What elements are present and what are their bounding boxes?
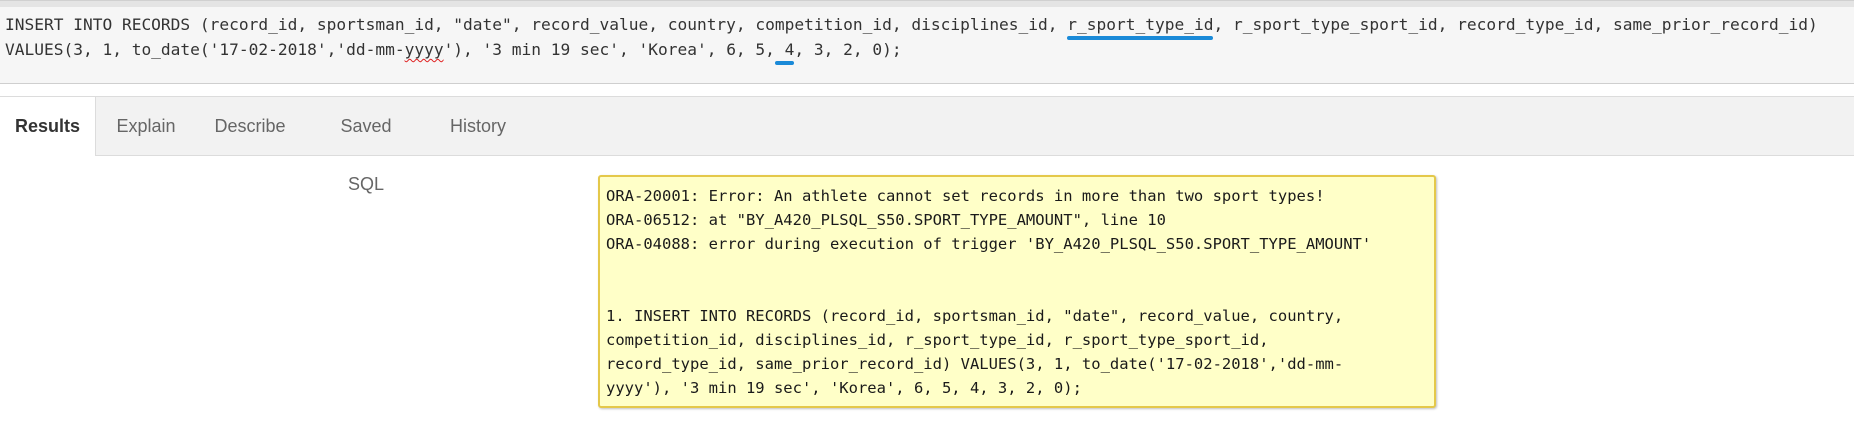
spellcheck-word: yyyy <box>404 40 444 59</box>
sql-line-1[interactable]: INSERT INTO RECORDS (record_id, sportsma… <box>5 13 1818 37</box>
failed-statement-line-2: competition_id, disciplines_id, r_sport_… <box>606 331 1269 349</box>
tab-describe[interactable]: Describe <box>212 97 288 155</box>
highlighted-value: 4 <box>774 40 795 59</box>
sql-workshop-page: INSERT INTO RECORDS (record_id, sportsma… <box>0 0 1854 433</box>
tab-history[interactable]: History <box>446 97 510 155</box>
tab-saved-sql[interactable]: Saved SQL <box>320 97 412 194</box>
highlighted-column-name: r_sport_type_id <box>1067 15 1214 34</box>
failed-statement-line-1: 1. INSERT INTO RECORDS (record_id, sport… <box>606 307 1344 325</box>
tab-explain[interactable]: Explain <box>114 97 178 155</box>
failed-statement-line-4: yyyy'), '3 min 19 sec', 'Korea', 6, 5, 4… <box>606 379 1082 397</box>
sql-line-2-start: VALUES(3, 1, to_date('17-02-2018','dd-mm… <box>5 40 405 59</box>
sql-line-1-start: INSERT INTO RECORDS (record_id, sportsma… <box>5 15 1068 34</box>
editor-top-strip <box>0 1 1854 7</box>
failed-statement-line-3: record_type_id, same_prior_record_id) VA… <box>606 355 1344 373</box>
error-line-1: ORA-20001: Error: An athlete cannot set … <box>606 187 1325 205</box>
sql-line-2-end: , 3, 2, 0); <box>794 40 902 59</box>
sql-line-2-middle: '), '3 min 19 sec', 'Korea', 6, 5, <box>443 40 775 59</box>
sql-editor[interactable]: INSERT INTO RECORDS (record_id, sportsma… <box>0 0 1854 84</box>
error-line-3: ORA-04088: error during execution of tri… <box>606 235 1372 253</box>
editor-splitter[interactable] <box>0 84 1854 96</box>
error-line-2: ORA-06512: at "BY_A420_PLSQL_S50.SPORT_T… <box>606 211 1166 229</box>
sql-line-2[interactable]: VALUES(3, 1, to_date('17-02-2018','dd-mm… <box>5 38 902 62</box>
sql-line-1-end: , r_sport_type_sport_id, record_type_id,… <box>1213 15 1818 34</box>
results-tabbar: Results Explain Describe Saved SQL Histo… <box>0 96 1854 194</box>
tab-results[interactable]: Results <box>0 97 96 156</box>
